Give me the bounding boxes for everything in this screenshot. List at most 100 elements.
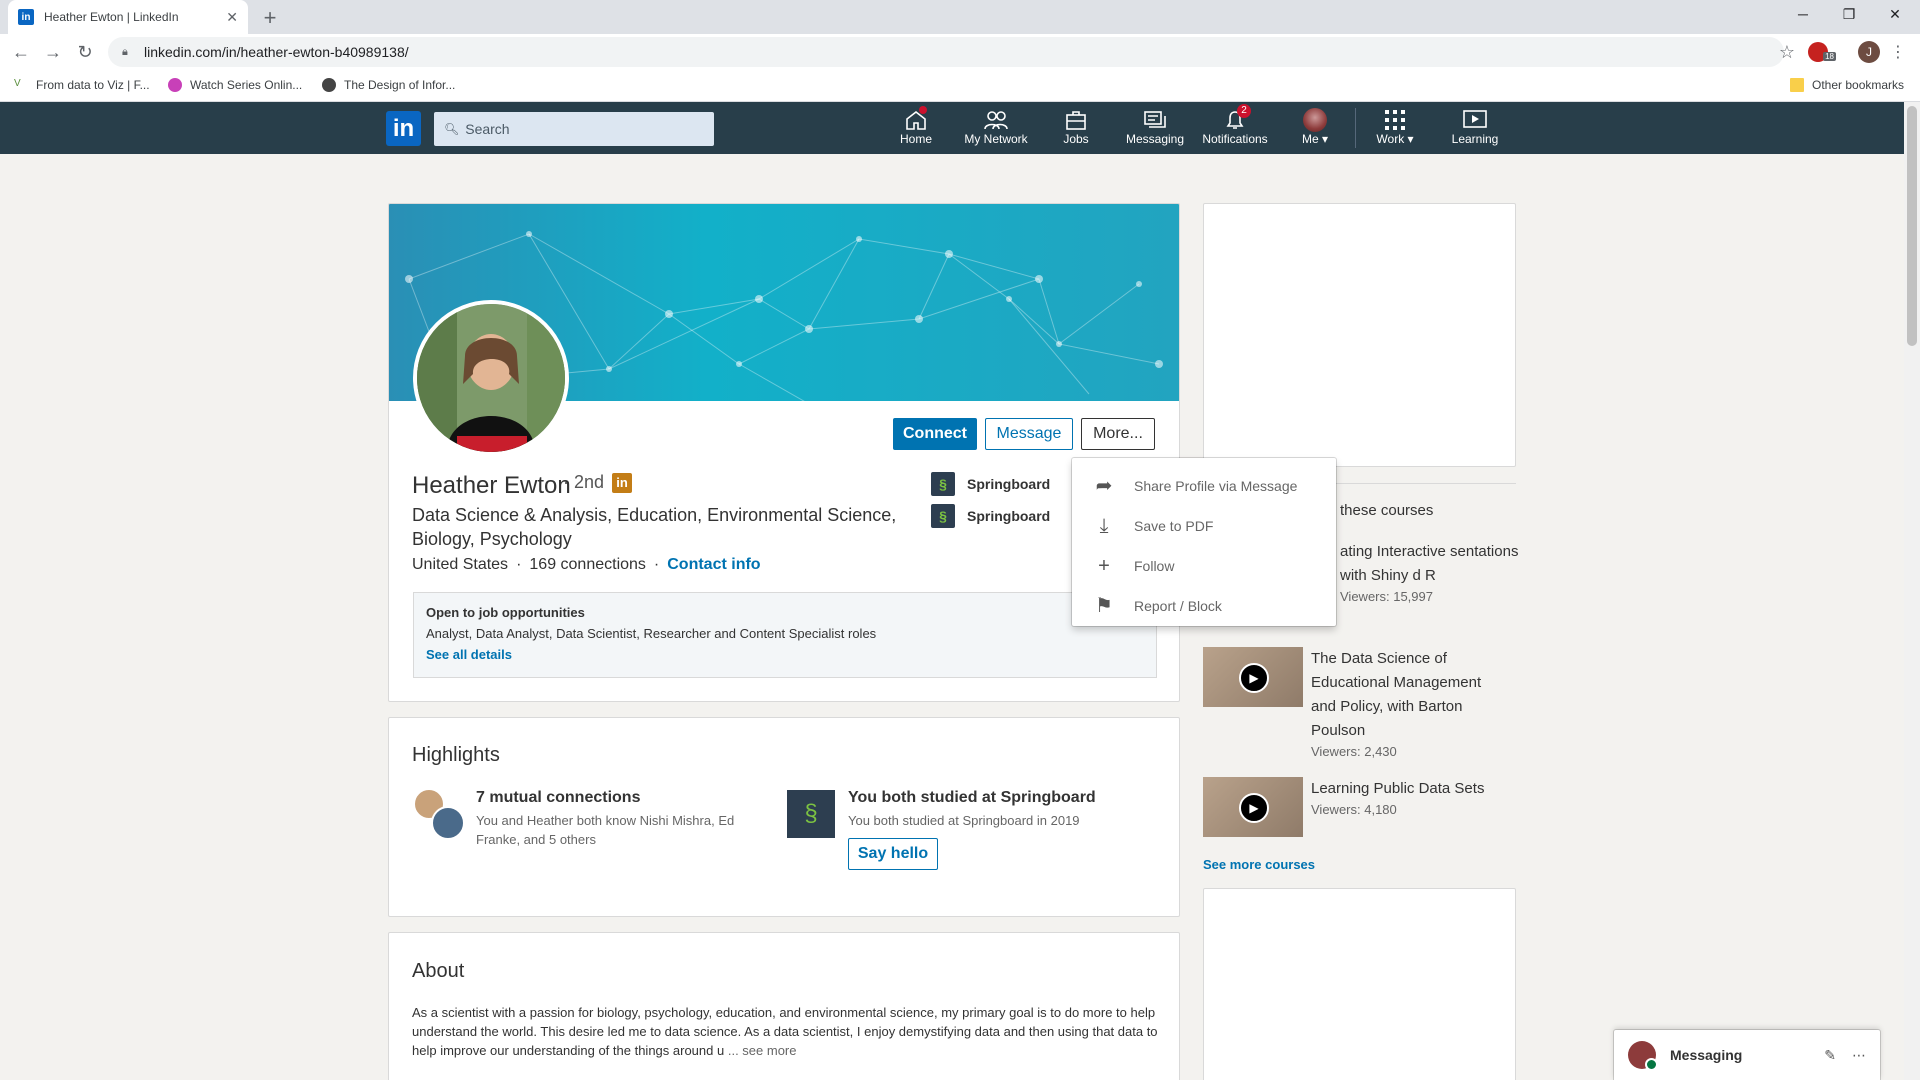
course-item[interactable]: ▶ The Data Science of Educational Manage…	[1203, 647, 1516, 761]
education-item[interactable]: § Springboard	[931, 472, 1050, 496]
message-button[interactable]: Message	[985, 418, 1073, 450]
mutual-sub: You and Heather both know Nishi Mishra, …	[476, 813, 735, 847]
nav-my-network[interactable]: My Network	[960, 108, 1032, 146]
springboard-logo-icon: §	[931, 472, 955, 496]
jobs-roles: Analyst, Data Analyst, Data Scientist, R…	[426, 626, 877, 641]
browser-profile-avatar[interactable]: J	[1858, 41, 1880, 63]
course-thumbnail: ▶	[1203, 647, 1303, 707]
notifications-badge: 2	[1237, 104, 1251, 118]
minimize-button[interactable]: ─	[1780, 6, 1826, 22]
bookmarks-bar: V From data to Viz | F... Watch Series O…	[0, 70, 1920, 102]
lock-icon: 🔒︎	[122, 46, 128, 58]
mutual-title: 7 mutual connections	[476, 789, 641, 806]
other-bookmarks[interactable]: Other bookmarks	[1790, 78, 1904, 92]
education-item[interactable]: § Springboard	[931, 504, 1050, 528]
location-line: United States · 169 connections · Contac…	[412, 556, 761, 574]
course-title: ating Interactive sentations with Shiny …	[1340, 543, 1519, 584]
mutual-avatars[interactable]	[413, 788, 469, 840]
viz-icon: V	[14, 78, 28, 92]
menu-item-label: Report / Block	[1134, 598, 1222, 614]
location: United States	[412, 556, 509, 573]
play-icon: ▶	[1239, 793, 1269, 823]
briefcase-icon	[1041, 108, 1111, 132]
new-tab-button[interactable]: +	[258, 5, 282, 31]
course-item[interactable]: ▶ Learning Public Data Sets Viewers: 4,1…	[1203, 777, 1516, 837]
see-more-courses-link[interactable]: See more courses	[1203, 857, 1315, 872]
restore-button[interactable]: ❐	[1826, 6, 1872, 23]
degree-label: · 2nd	[563, 472, 605, 492]
browser-menu-icon[interactable]: ⋮	[1890, 42, 1906, 62]
nav-label: My Network	[964, 132, 1028, 146]
shared-school: You both studied at Springboard You both…	[848, 789, 1148, 830]
nav-label: Home	[899, 132, 932, 146]
nav-messaging[interactable]: Messaging	[1120, 108, 1190, 146]
compose-icon[interactable]: ✎	[1824, 1047, 1836, 1064]
browser-tab-bar: in Heather Ewton | LinkedIn ✕ + ─ ❐ ✕	[0, 0, 1920, 34]
connect-button[interactable]: Connect	[893, 418, 977, 450]
nav-work[interactable]: Work ▾	[1360, 108, 1430, 146]
nav-me[interactable]: Me ▾	[1280, 108, 1350, 146]
springboard-logo-icon: §	[931, 504, 955, 528]
learning-icon	[1440, 108, 1510, 132]
mutual-connections[interactable]: 7 mutual connections You and Heather bot…	[476, 789, 766, 849]
see-all-details-link[interactable]: See all details	[426, 647, 1144, 662]
messaging-overlay[interactable]: Messaging ✎ ⋯	[1614, 1030, 1880, 1080]
home-dot	[919, 106, 927, 114]
more-dropdown-menu: ➦ Share Profile via Message ⤓ Save to PD…	[1072, 458, 1336, 626]
nav-notifications[interactable]: 2 Notifications	[1199, 104, 1271, 146]
reload-icon[interactable]: ↻	[74, 41, 96, 63]
search-input[interactable]: 🔍︎ Search	[434, 112, 714, 146]
close-window-button[interactable]: ✕	[1872, 6, 1918, 23]
back-icon[interactable]: ←	[10, 41, 32, 63]
profile-card: Connect Message More... Heather Ewton · …	[388, 203, 1180, 702]
menu-item-share-profile[interactable]: ➦ Share Profile via Message	[1072, 466, 1336, 506]
bookmark-star-icon[interactable]: ☆	[1779, 42, 1795, 63]
contact-info-link[interactable]: Contact info	[667, 556, 760, 574]
address-bar[interactable]: 🔒︎ linkedin.com/in/heather-ewton-b409891…	[108, 37, 1784, 67]
see-more-link[interactable]: ... see more	[728, 1043, 797, 1058]
say-hello-button[interactable]: Say hello	[848, 838, 938, 870]
premium-badge-icon: in	[612, 472, 633, 493]
messaging-label: Messaging	[1670, 1047, 1743, 1063]
more-options-icon[interactable]: ⋯	[1852, 1047, 1866, 1064]
flag-icon: ⚑	[1095, 595, 1113, 617]
close-tab-icon[interactable]: ✕	[226, 9, 238, 26]
nav-label: Learning	[1451, 132, 1499, 146]
bookmark-label: Watch Series Onlin...	[190, 78, 303, 92]
profile-photo[interactable]	[413, 300, 569, 456]
share-icon: ➦	[1095, 475, 1113, 497]
browser-toolbar: ← → ↻ 🔒︎ linkedin.com/in/heather-ewton-b…	[0, 34, 1920, 70]
course-item[interactable]: ating Interactive sentations with Shiny …	[1340, 540, 1520, 606]
separator: ·	[653, 556, 660, 573]
browser-tab[interactable]: in Heather Ewton | LinkedIn ✕	[8, 0, 248, 34]
highlights-title: Highlights	[412, 744, 500, 766]
nav-learning[interactable]: Learning	[1440, 108, 1510, 146]
extension-badge: 18	[1823, 52, 1836, 61]
bookmark-item[interactable]: V From data to Viz | F...	[14, 78, 150, 92]
nav-label: Work ▾	[1376, 132, 1414, 146]
separator: ·	[516, 556, 522, 573]
menu-item-follow[interactable]: + Follow	[1072, 546, 1336, 586]
forward-icon[interactable]: →	[42, 41, 64, 63]
connections-count[interactable]: 169 connections	[529, 556, 646, 574]
bookmark-item[interactable]: Watch Series Onlin...	[168, 78, 302, 92]
school-sub: You both studied at Springboard in 2019	[848, 813, 1080, 828]
school-title: You both studied at Springboard	[848, 789, 1096, 806]
search-placeholder: Search	[465, 121, 510, 137]
nav-home[interactable]: Home	[881, 106, 951, 146]
menu-item-report-block[interactable]: ⚑ Report / Block	[1072, 586, 1336, 626]
nav-jobs[interactable]: Jobs	[1041, 108, 1111, 146]
ad-slot	[1203, 203, 1516, 467]
linkedin-logo-icon[interactable]: in	[386, 111, 421, 146]
scrollbar-thumb[interactable]	[1907, 106, 1917, 346]
nav-label: Messaging	[1125, 132, 1185, 146]
more-button[interactable]: More...	[1081, 418, 1155, 450]
people-icon	[960, 108, 1032, 132]
plus-icon: +	[1098, 555, 1110, 577]
menu-item-save-pdf[interactable]: ⤓ Save to PDF	[1072, 506, 1336, 546]
bookmark-item[interactable]: The Design of Infor...	[322, 78, 455, 92]
menu-item-label: Save to PDF	[1134, 518, 1214, 534]
course-title: The Data Science of Educational Manageme…	[1311, 650, 1482, 739]
nav-label: Notifications	[1202, 132, 1268, 146]
course-title: Learning Public Data Sets	[1311, 780, 1485, 797]
